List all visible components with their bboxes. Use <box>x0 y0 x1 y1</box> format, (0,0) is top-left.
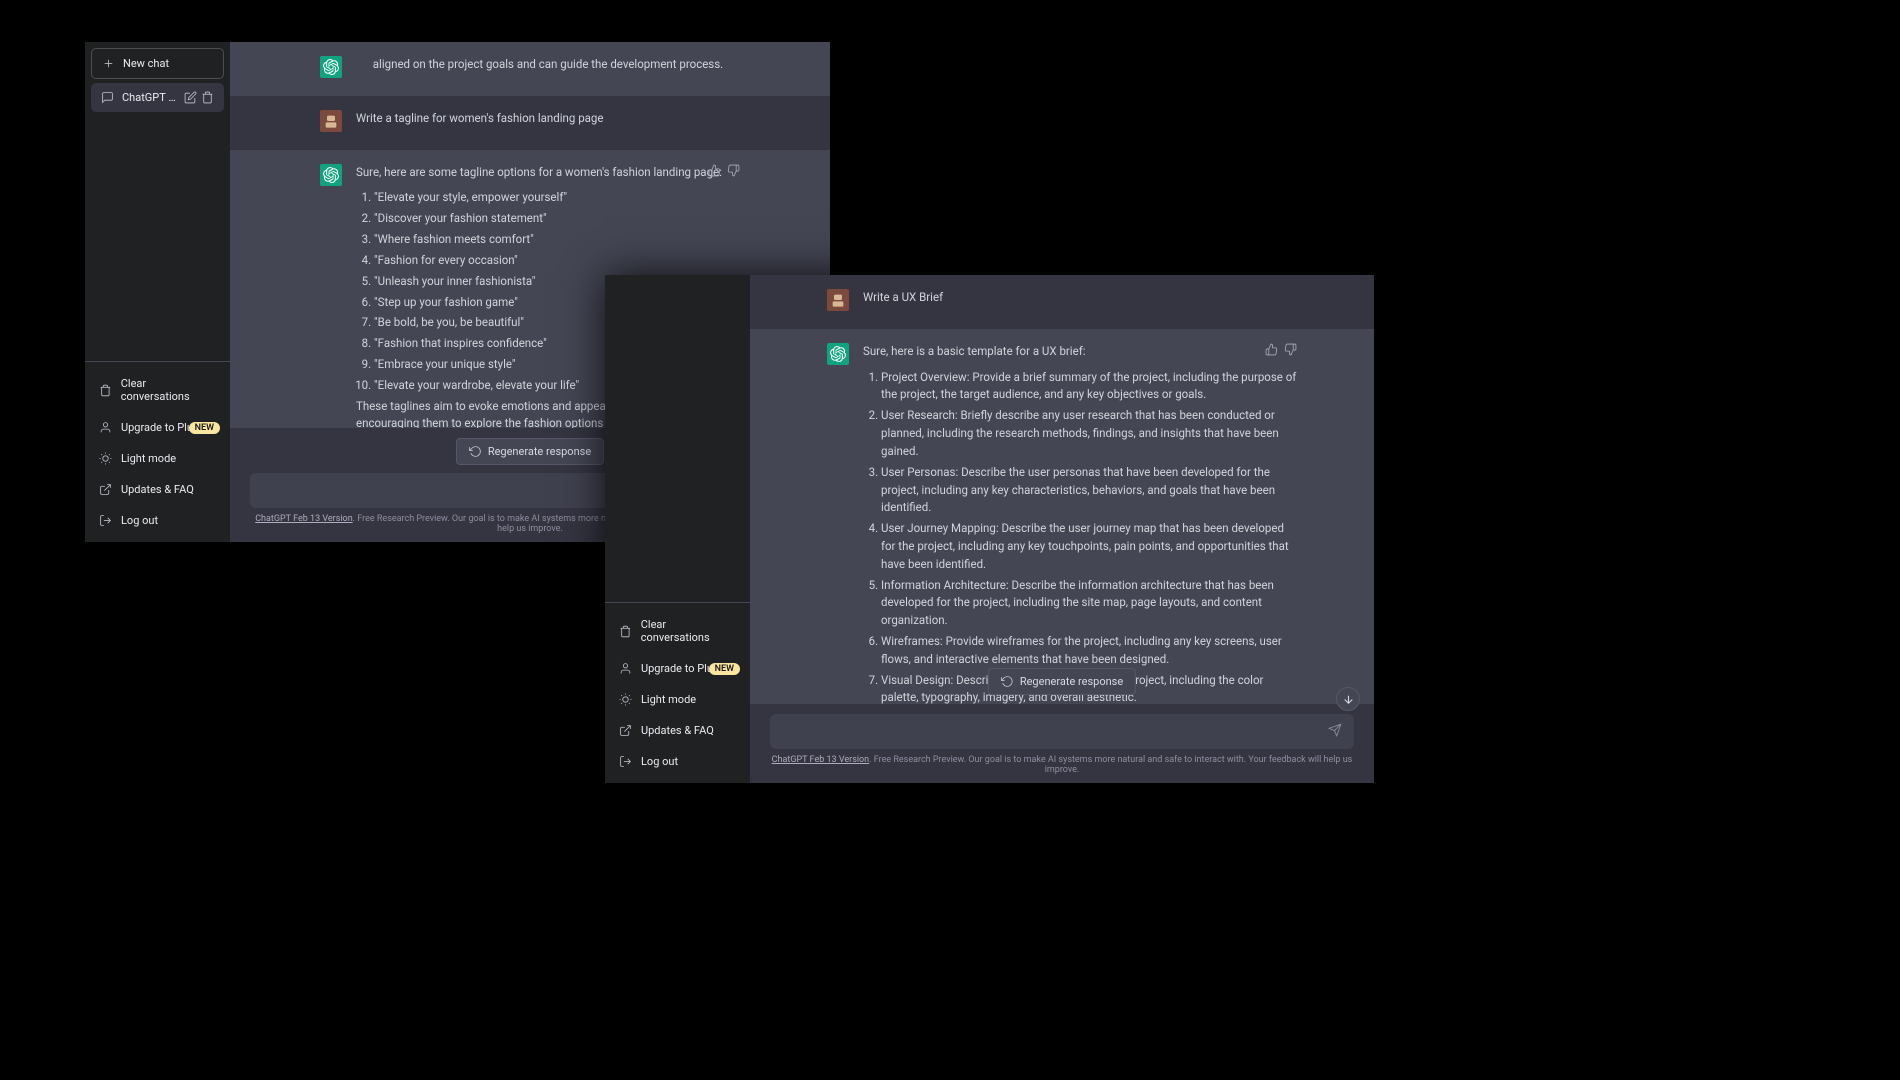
faq-label: Updates & FAQ <box>121 483 194 496</box>
user-message: Write a tagline for women's fashion land… <box>230 96 830 150</box>
updates-faq[interactable]: Updates & FAQ <box>85 474 230 505</box>
refresh-icon <box>469 445 482 458</box>
assistant-avatar <box>320 164 342 186</box>
user-avatar <box>320 110 342 132</box>
user-message: Write a UX Brief <box>750 275 1374 329</box>
thumbs-down-icon[interactable] <box>1284 343 1297 356</box>
user-prompt-text: Write a tagline for women's fashion land… <box>356 110 740 128</box>
assistant-message: aligned on the project goals and can gui… <box>230 42 830 96</box>
new-chat-button[interactable]: New chat <box>91 48 224 79</box>
assistant-intro: Sure, here are some tagline options for … <box>356 164 740 182</box>
disclaimer-text: . Free Research Preview. Our goal is to … <box>869 755 1352 775</box>
upgrade-to-plus[interactable]: Upgrade to PlusNEW <box>605 653 750 684</box>
new-chat-label: New chat <box>123 57 169 70</box>
sidebar: New chat ChatGPT Introduction. Clear con… <box>85 42 230 542</box>
prev-response-tail: aligned on the project goals and can gui… <box>356 56 740 74</box>
external-link-icon <box>619 724 632 737</box>
list-item: User Journey Mapping: Describe the user … <box>881 520 1297 573</box>
light-mode[interactable]: Light mode <box>85 443 230 474</box>
chat-icon <box>101 91 114 104</box>
log-out[interactable]: Log out <box>85 505 230 536</box>
upgrade-label: Upgrade to Plus <box>121 421 199 434</box>
regenerate-button[interactable]: Regenerate response <box>456 438 604 465</box>
openai-icon <box>830 346 846 362</box>
list-item: User Personas: Describe the user persona… <box>881 464 1297 517</box>
upgrade-label: Upgrade to Plus <box>641 662 719 675</box>
clear-label: Clear conversations <box>121 377 216 403</box>
light-mode[interactable]: Light mode <box>605 684 750 715</box>
sun-icon <box>99 452 112 465</box>
list-item: Project Overview: Provide a brief summar… <box>881 369 1297 405</box>
new-badge: NEW <box>189 422 220 434</box>
conversation-item[interactable]: ChatGPT Introduction. <box>91 83 224 112</box>
updates-faq[interactable]: Updates & FAQ <box>605 715 750 746</box>
scroll-to-bottom-button[interactable] <box>1336 687 1360 711</box>
logout-label: Log out <box>121 514 158 527</box>
logout-icon <box>99 514 112 527</box>
clear-conversations[interactable]: Clear conversations <box>605 609 750 653</box>
refresh-icon <box>1001 675 1014 688</box>
edit-icon[interactable] <box>184 91 197 104</box>
thumbs-up-icon[interactable] <box>1265 343 1278 356</box>
ux-brief-list: Project Overview: Provide a brief summar… <box>863 369 1297 704</box>
list-item: "Fashion for every occasion" <box>374 252 740 270</box>
user-icon <box>99 421 112 434</box>
upgrade-to-plus[interactable]: Upgrade to PlusNEW <box>85 412 230 443</box>
message-input[interactable] <box>782 725 1328 739</box>
log-out[interactable]: Log out <box>605 746 750 777</box>
list-item: Information Architecture: Describe the i… <box>881 577 1297 630</box>
assistant-intro: Sure, here is a basic template for a UX … <box>863 343 1297 361</box>
list-item: "Where fashion meets comfort" <box>374 231 740 249</box>
thumbs-up-icon[interactable] <box>708 164 721 177</box>
regenerate-label: Regenerate response <box>488 445 591 458</box>
openai-icon <box>323 167 339 183</box>
user-icon <box>619 662 632 675</box>
message-input-bar[interactable] <box>770 714 1354 749</box>
send-icon <box>1328 723 1342 737</box>
new-badge: NEW <box>709 663 740 675</box>
assistant-avatar <box>827 343 849 365</box>
list-item: User Research: Briefly describe any user… <box>881 407 1297 460</box>
logout-icon <box>619 755 632 768</box>
regenerate-button[interactable]: Regenerate response <box>988 668 1136 695</box>
clear-conversations[interactable]: Clear conversations <box>85 368 230 412</box>
version-link[interactable]: ChatGPT Feb 13 Version <box>772 755 869 765</box>
trash-icon <box>619 625 632 638</box>
chat-main: Write a UX Brief Sure, here is a basic t… <box>750 275 1374 783</box>
delete-icon[interactable] <box>201 91 214 104</box>
logout-label: Log out <box>641 755 678 768</box>
list-item: Wireframes: Provide wireframes for the p… <box>881 633 1297 669</box>
list-item: "Elevate your style, empower yourself" <box>374 189 740 207</box>
message-list[interactable]: Write a UX Brief Sure, here is a basic t… <box>750 275 1374 704</box>
light-label: Light mode <box>121 452 176 465</box>
user-prompt-text: Write a UX Brief <box>863 289 1297 307</box>
openai-icon <box>323 59 339 75</box>
assistant-message: Sure, here is a basic template for a UX … <box>750 329 1374 704</box>
external-link-icon <box>99 483 112 496</box>
arrow-down-icon <box>1342 693 1355 706</box>
light-label: Light mode <box>641 693 696 706</box>
regenerate-label: Regenerate response <box>1020 675 1123 688</box>
list-item: "Discover your fashion statement" <box>374 210 740 228</box>
sun-icon <box>619 693 632 706</box>
chat-window-2: Clear conversations Upgrade to PlusNEW L… <box>605 275 1374 783</box>
user-avatar <box>827 289 849 311</box>
plus-icon <box>102 57 115 70</box>
trash-icon <box>99 384 112 397</box>
footer-text: ChatGPT Feb 13 Version. Free Research Pr… <box>770 755 1354 775</box>
faq-label: Updates & FAQ <box>641 724 714 737</box>
clear-label: Clear conversations <box>641 618 736 644</box>
thumbs-down-icon[interactable] <box>727 164 740 177</box>
version-link[interactable]: ChatGPT Feb 13 Version <box>255 514 352 524</box>
assistant-avatar <box>320 56 342 78</box>
chat-footer: Regenerate response ChatGPT Feb 13 Versi… <box>750 704 1374 783</box>
sidebar: Clear conversations Upgrade to PlusNEW L… <box>605 275 750 783</box>
conversation-label: ChatGPT Introduction. <box>122 91 176 104</box>
send-button[interactable] <box>1328 722 1342 741</box>
